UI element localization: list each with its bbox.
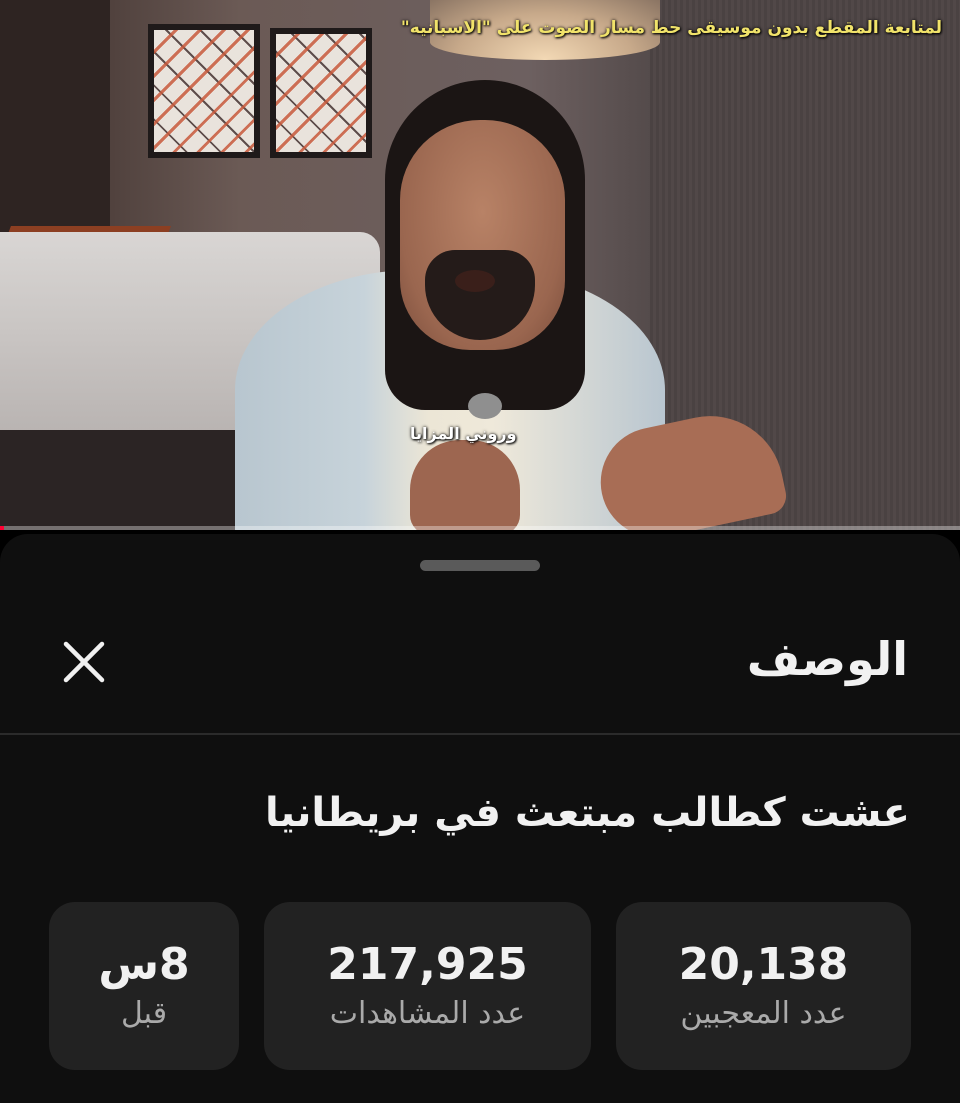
upload-time-stat: 8س قبل bbox=[49, 902, 239, 1070]
video-subtitle: وروني المزايا bbox=[410, 424, 517, 443]
background-door bbox=[0, 0, 110, 240]
upload-time-value: 8س bbox=[98, 939, 190, 991]
close-icon bbox=[63, 641, 105, 683]
header-divider bbox=[0, 733, 960, 735]
upload-time-label: قبل bbox=[120, 995, 168, 1031]
description-sheet: الوصف عشت كطالب مبتعث في بريطانيا 20,138… bbox=[0, 534, 960, 1103]
sheet-header: الوصف bbox=[0, 594, 960, 732]
video-player[interactable]: لمتابعة المقطع بدون موسيقى حط مسار الصوت… bbox=[0, 0, 960, 530]
drag-handle[interactable] bbox=[420, 560, 540, 571]
video-title: عشت كطالب مبتعث في بريطانيا bbox=[265, 790, 910, 836]
lapel-microphone bbox=[468, 393, 502, 419]
sheet-title: الوصف bbox=[746, 632, 908, 686]
likes-label: عدد المعجبين bbox=[680, 995, 847, 1031]
close-button[interactable] bbox=[56, 634, 112, 690]
video-progress-bar[interactable] bbox=[0, 526, 960, 530]
person-hand-left bbox=[410, 440, 520, 530]
video-progress-fill bbox=[0, 526, 4, 530]
likes-count: 20,138 bbox=[678, 939, 849, 991]
wall-painting-left bbox=[148, 24, 260, 158]
video-top-caption: لمتابعة المقطع بدون موسيقى حط مسار الصوت… bbox=[400, 18, 942, 38]
person-mouth bbox=[455, 270, 495, 292]
views-count: 217,925 bbox=[327, 939, 528, 991]
likes-stat: 20,138 عدد المعجبين bbox=[616, 902, 911, 1070]
wall-painting-right bbox=[270, 28, 372, 158]
views-stat: 217,925 عدد المشاهدات bbox=[264, 902, 591, 1070]
views-label: عدد المشاهدات bbox=[329, 995, 526, 1031]
